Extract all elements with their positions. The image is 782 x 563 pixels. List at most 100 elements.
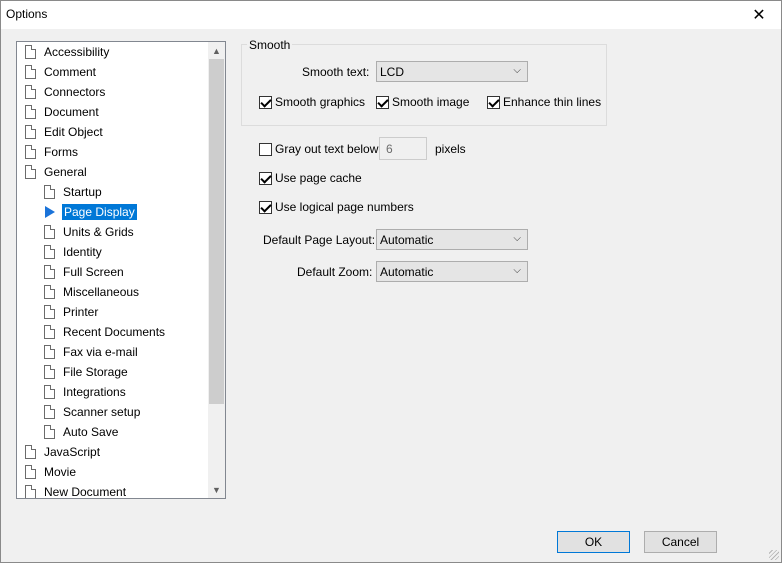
tree-item-label: Identity bbox=[63, 245, 102, 259]
tree-item-label: Edit Object bbox=[44, 125, 103, 139]
category-tree[interactable]: Accessibility Comment Connectors Document Ed… bbox=[16, 41, 226, 499]
smooth-text-label: Smooth text: bbox=[302, 65, 370, 79]
tree-item-label: Comment bbox=[44, 65, 97, 79]
checkbox-box[interactable] bbox=[487, 95, 500, 109]
document-icon bbox=[44, 305, 55, 319]
options-dialog: Options ✕ Accessibility Comment Connectors… bbox=[0, 0, 782, 563]
scroll-up-button[interactable]: ▲ bbox=[208, 42, 225, 59]
checkbox-box[interactable] bbox=[259, 200, 272, 214]
tree-item[interactable]: Forms bbox=[25, 142, 80, 162]
use-page-cache-label: Use page cache bbox=[275, 171, 362, 185]
tree-item[interactable]: Printer bbox=[44, 302, 100, 322]
document-icon bbox=[44, 405, 55, 419]
tree-item[interactable]: Miscellaneous bbox=[44, 282, 141, 302]
default-page-layout-select[interactable]: Automatic ⌵ bbox=[376, 229, 528, 250]
pixels-unit-label: pixels bbox=[435, 142, 466, 156]
logical-page-numbers-label: Use logical page numbers bbox=[275, 200, 414, 214]
enhance-thin-lines-label: Enhance thin lines bbox=[503, 95, 602, 109]
checkbox-box[interactable] bbox=[259, 95, 272, 109]
tree-item[interactable]: Identity bbox=[44, 242, 104, 262]
smooth-image-checkbox[interactable]: Smooth image bbox=[376, 95, 469, 109]
default-page-layout-value: Automatic bbox=[380, 232, 434, 247]
tree-item-label: Full Screen bbox=[63, 265, 124, 279]
tree-item[interactable]: Accessibility bbox=[25, 42, 111, 62]
resize-grip[interactable] bbox=[769, 550, 779, 560]
tree-item-label: Forms bbox=[44, 145, 78, 159]
document-icon bbox=[25, 125, 36, 139]
chevron-down-icon: ⌵ bbox=[513, 65, 521, 76]
document-icon bbox=[44, 245, 55, 259]
tree-item-label: Accessibility bbox=[44, 45, 110, 59]
document-icon bbox=[25, 445, 36, 459]
tree-item[interactable]: Document bbox=[25, 102, 101, 122]
checkbox-box[interactable] bbox=[376, 95, 389, 109]
tree-item-label: Scanner setup bbox=[63, 405, 141, 419]
default-zoom-value: Automatic bbox=[380, 264, 434, 279]
tree-item[interactable]: Scanner setup bbox=[44, 402, 142, 422]
tree-item[interactable]: New Document bbox=[25, 482, 128, 499]
ok-button[interactable]: OK bbox=[557, 531, 630, 553]
smooth-text-select[interactable]: LCD ⌵ bbox=[376, 61, 528, 82]
use-page-cache-checkbox[interactable]: Use page cache bbox=[259, 171, 362, 185]
document-icon bbox=[44, 185, 55, 199]
document-icon bbox=[25, 45, 36, 59]
document-icon bbox=[44, 325, 55, 339]
tree-scrollbar[interactable]: ▲ ▼ bbox=[208, 42, 225, 498]
tree-item[interactable]: Units & Grids bbox=[44, 222, 136, 242]
cancel-button[interactable]: Cancel bbox=[644, 531, 717, 553]
tree-item-label: JavaScript bbox=[44, 445, 101, 459]
close-button[interactable]: ✕ bbox=[737, 1, 781, 29]
smooth-text-value: LCD bbox=[380, 64, 405, 79]
gray-out-pixels-input[interactable]: 6 bbox=[379, 137, 427, 160]
tree-item[interactable]: Comment bbox=[25, 62, 98, 82]
smooth-group-title: Smooth bbox=[247, 38, 293, 52]
tree-item[interactable]: Connectors bbox=[25, 82, 107, 102]
document-icon bbox=[44, 425, 55, 439]
tree-item[interactable]: Auto Save bbox=[44, 422, 120, 442]
smooth-graphics-checkbox[interactable]: Smooth graphics bbox=[259, 95, 365, 109]
tree-item[interactable]: Recent Documents bbox=[44, 322, 167, 342]
scroll-down-button[interactable]: ▼ bbox=[208, 481, 225, 498]
tree-item-label: File Storage bbox=[63, 365, 128, 379]
tree-item-label: Startup bbox=[63, 185, 102, 199]
smooth-groupbox bbox=[241, 44, 607, 126]
tree-item[interactable]: General bbox=[25, 162, 89, 182]
tree-item-label: New Document bbox=[44, 485, 127, 499]
tree-item[interactable]: File Storage bbox=[44, 362, 130, 382]
document-icon bbox=[44, 385, 55, 399]
scroll-thumb[interactable] bbox=[209, 59, 224, 404]
tree-item-label: Connectors bbox=[44, 85, 106, 99]
tree-item[interactable]: Edit Object bbox=[25, 122, 105, 142]
logical-page-numbers-checkbox[interactable]: Use logical page numbers bbox=[259, 200, 414, 214]
document-icon bbox=[25, 85, 36, 99]
tree-item-label: Movie bbox=[44, 465, 77, 479]
gray-out-checkbox[interactable]: Gray out text below bbox=[259, 142, 378, 156]
tree-item-label: Page Display bbox=[62, 204, 137, 220]
tree-item[interactable]: Movie bbox=[25, 462, 78, 482]
close-icon: ✕ bbox=[752, 7, 766, 24]
document-icon bbox=[25, 465, 36, 479]
tree-item-label: Document bbox=[44, 105, 99, 119]
tree-item[interactable]: Integrations bbox=[44, 382, 128, 402]
chevron-up-icon: ▲ bbox=[212, 45, 221, 56]
document-icon bbox=[44, 285, 55, 299]
default-zoom-select[interactable]: Automatic ⌵ bbox=[376, 261, 528, 282]
document-icon bbox=[44, 265, 55, 279]
tree-item[interactable]: Startup bbox=[44, 182, 104, 202]
chevron-down-icon: ⌵ bbox=[513, 233, 521, 244]
selected-arrow-icon bbox=[45, 206, 55, 218]
enhance-thin-lines-checkbox[interactable]: Enhance thin lines bbox=[487, 95, 601, 109]
tree-item[interactable]: JavaScript bbox=[25, 442, 102, 462]
title-bar: Options ✕ bbox=[1, 1, 781, 29]
tree-item[interactable]: Fax via e-mail bbox=[44, 342, 140, 362]
tree-item-label: Integrations bbox=[63, 385, 126, 399]
tree-item-label: Auto Save bbox=[63, 425, 119, 439]
checkbox-box[interactable] bbox=[259, 142, 272, 156]
tree-item[interactable]: Page Display bbox=[44, 202, 137, 222]
tree-item[interactable]: Full Screen bbox=[44, 262, 126, 282]
window-title: Options bbox=[6, 7, 48, 21]
checkbox-box[interactable] bbox=[259, 171, 272, 185]
smooth-graphics-label: Smooth graphics bbox=[275, 95, 366, 109]
default-page-layout-label: Default Page Layout: bbox=[263, 233, 376, 247]
default-zoom-label: Default Zoom: bbox=[297, 265, 373, 279]
